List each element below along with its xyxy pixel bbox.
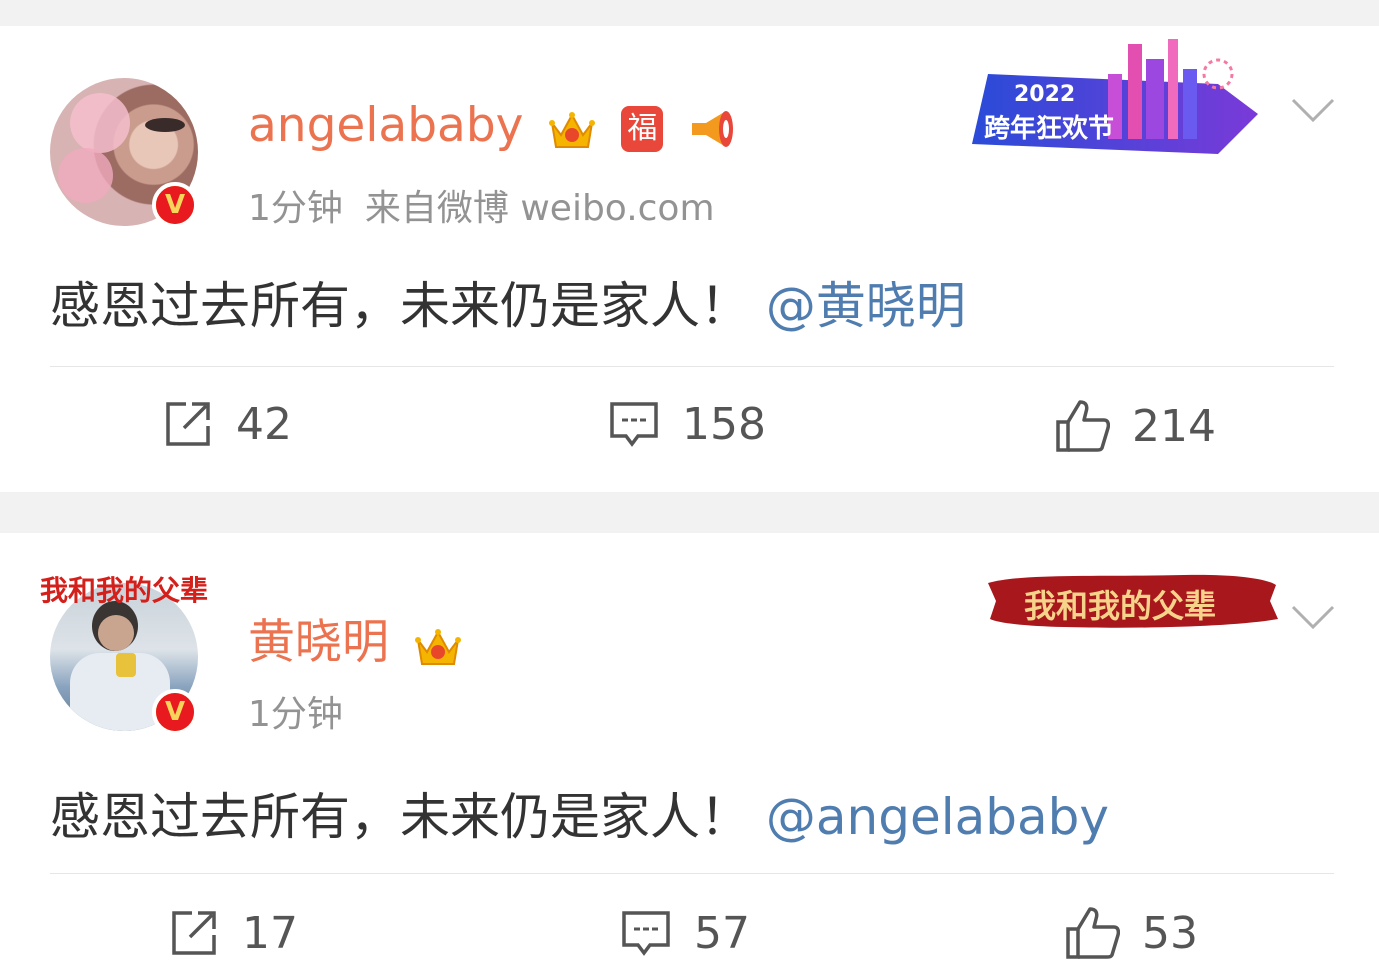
repost-icon bbox=[166, 402, 210, 446]
crown-badge-icon bbox=[549, 111, 596, 148]
chevron-down-icon[interactable] bbox=[1290, 96, 1336, 126]
post-time[interactable]: 1分钟 bbox=[248, 188, 343, 229]
post-meta: 1分钟 来自微博 weibo.com bbox=[248, 179, 715, 231]
thumbs-up-icon bbox=[1056, 400, 1110, 452]
weibo-post-card: 我和我的父辈 V 黄晓明 1分钟 我和我的父辈 感恩过去所有，未来仍是家人！ @… bbox=[0, 533, 1379, 970]
comment-count: 57 bbox=[694, 907, 750, 959]
chevron-down-icon[interactable] bbox=[1290, 603, 1336, 633]
mention-link[interactable]: @angelababy bbox=[766, 788, 1109, 846]
post-content: 感恩过去所有，未来仍是家人！ @黄晓明 bbox=[50, 266, 966, 338]
like-button[interactable]: 214 bbox=[1054, 398, 1216, 454]
verified-v-icon: V bbox=[152, 182, 198, 228]
comment-icon bbox=[622, 911, 670, 956]
username[interactable]: 黄晓明 bbox=[248, 615, 389, 670]
fu-badge-icon: 福 bbox=[621, 105, 664, 152]
repost-button[interactable]: 42 bbox=[162, 398, 292, 450]
festival-year: 2022 bbox=[1014, 82, 1076, 107]
post-text: 感恩过去所有，未来仍是家人！ bbox=[50, 788, 750, 846]
like-button[interactable]: 53 bbox=[1064, 905, 1198, 961]
movie-promo-emblem[interactable]: 我和我的父辈 bbox=[984, 569, 1280, 633]
like-count: 53 bbox=[1142, 907, 1198, 959]
repost-button[interactable]: 17 bbox=[168, 907, 298, 959]
comment-button[interactable]: 57 bbox=[620, 907, 750, 959]
divider bbox=[50, 873, 1334, 874]
weibo-post-card: V angelababy 福 1分钟 来自微博 weibo.com 2022 跨… bbox=[0, 26, 1379, 492]
mention-link[interactable]: @黄晓明 bbox=[766, 277, 966, 335]
post-time[interactable]: 1分钟 bbox=[248, 694, 343, 735]
crown-badge-icon bbox=[414, 628, 461, 665]
username-row: angelababy 福 bbox=[248, 98, 738, 155]
post-content: 感恩过去所有，未来仍是家人！ @angelababy bbox=[50, 777, 1109, 849]
repost-icon bbox=[172, 911, 216, 955]
like-count: 214 bbox=[1132, 400, 1216, 452]
avatar-caption: 我和我的父辈 bbox=[40, 574, 209, 607]
comment-icon bbox=[610, 402, 658, 447]
repost-count: 42 bbox=[236, 398, 292, 450]
thumbs-up-icon bbox=[1066, 907, 1120, 959]
post-source: 来自微博 weibo.com bbox=[364, 188, 715, 229]
festival-label: 跨年狂欢节 bbox=[984, 114, 1115, 144]
comment-button[interactable]: 158 bbox=[608, 398, 766, 450]
post-meta: 1分钟 bbox=[248, 685, 343, 737]
divider bbox=[50, 366, 1334, 367]
username[interactable]: angelababy bbox=[248, 98, 523, 153]
new-year-festival-emblem[interactable]: 2022 跨年狂欢节 bbox=[968, 34, 1258, 164]
post-text: 感恩过去所有，未来仍是家人！ bbox=[50, 277, 750, 335]
comment-count: 158 bbox=[682, 398, 766, 450]
repost-count: 17 bbox=[242, 907, 298, 959]
username-row: 黄晓明 bbox=[248, 603, 464, 672]
promo-label: 我和我的父辈 bbox=[1024, 587, 1217, 625]
megaphone-icon bbox=[692, 110, 734, 147]
verified-v-icon: V bbox=[152, 689, 198, 735]
